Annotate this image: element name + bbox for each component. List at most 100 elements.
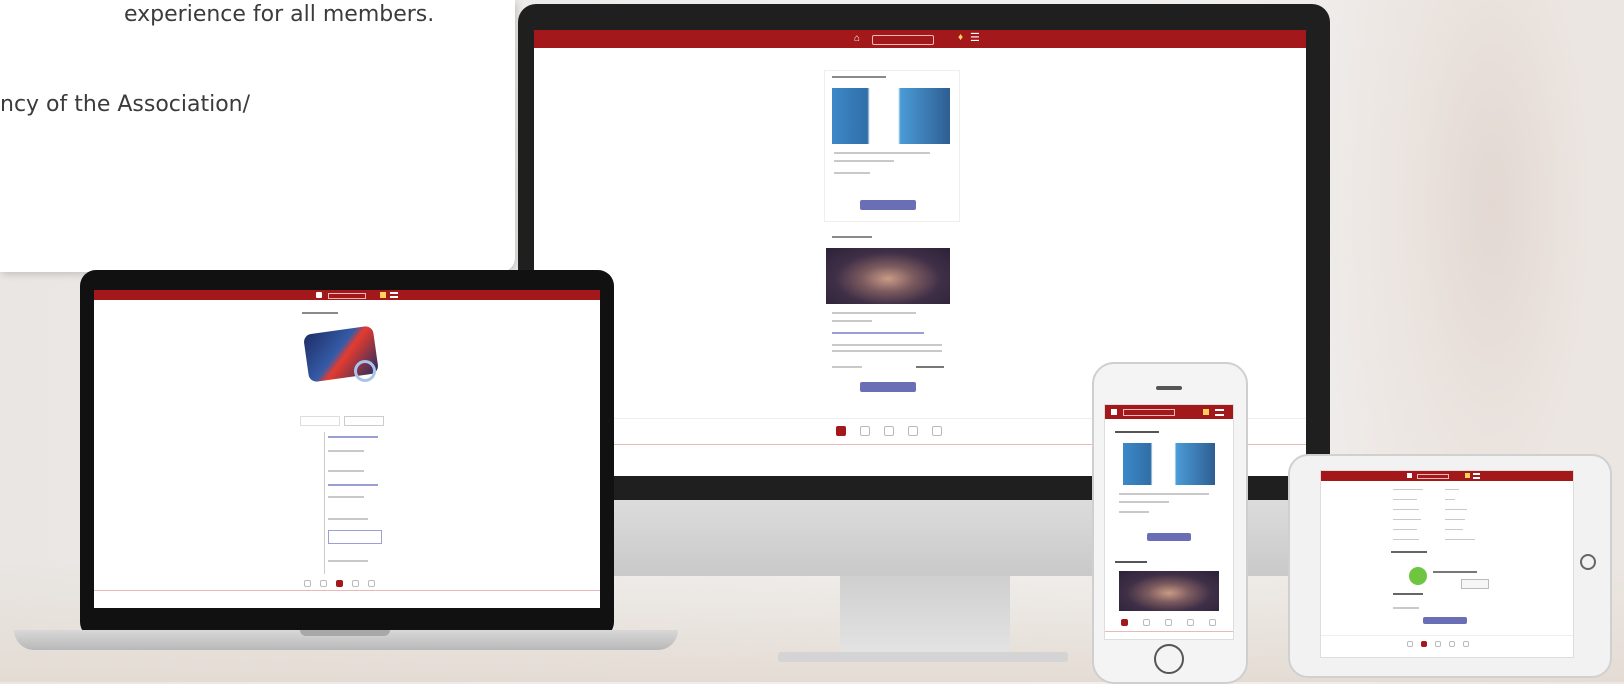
news-body-line xyxy=(832,350,942,352)
section-heading xyxy=(1391,551,1427,553)
event-date-line xyxy=(834,172,870,174)
profile-field xyxy=(1393,499,1417,500)
home-icon[interactable]: ⌂ xyxy=(854,33,860,44)
footer-line xyxy=(94,590,600,591)
menu-icon[interactable] xyxy=(390,292,398,298)
bell-icon[interactable]: ♦ xyxy=(958,32,963,43)
search-input[interactable] xyxy=(1417,474,1449,479)
tab-past[interactable] xyxy=(344,416,384,426)
section-heading xyxy=(1393,593,1423,595)
profile-value xyxy=(1445,539,1475,540)
phone-screen xyxy=(1104,404,1234,640)
renew-button[interactable] xyxy=(1423,617,1467,624)
tablet-home-button[interactable] xyxy=(1580,554,1596,570)
bell-icon[interactable] xyxy=(380,292,386,298)
news-thumbnail[interactable] xyxy=(1119,571,1219,611)
bell-icon[interactable] xyxy=(1465,473,1470,478)
news-thumbnail[interactable] xyxy=(826,248,950,304)
search-input[interactable] xyxy=(328,293,366,299)
event-title-line xyxy=(834,160,894,162)
profile-value xyxy=(1445,519,1465,520)
event-date-line xyxy=(1119,511,1149,513)
tab-upcoming[interactable] xyxy=(300,416,340,426)
home-icon[interactable] xyxy=(1407,473,1412,478)
app-header: ⌂ ♦ ☰ xyxy=(534,30,1306,48)
status-check-icon xyxy=(1409,567,1427,585)
upcoming-events-heading xyxy=(1115,431,1159,433)
profile-field xyxy=(1393,509,1419,510)
event-title-line xyxy=(834,152,930,154)
nav-home-icon[interactable] xyxy=(304,580,311,587)
nav-home-icon[interactable] xyxy=(1121,619,1128,626)
view-news-button[interactable] xyxy=(860,382,916,392)
menu-icon[interactable] xyxy=(1473,473,1480,479)
nav-profile-icon[interactable] xyxy=(1209,619,1216,626)
section-text xyxy=(1393,607,1419,609)
bell-icon[interactable] xyxy=(1203,409,1209,415)
nav-directory-icon[interactable] xyxy=(1187,619,1194,626)
timeline-text xyxy=(328,470,364,472)
home-icon[interactable] xyxy=(316,292,322,298)
nav-membership-icon[interactable] xyxy=(1143,619,1150,626)
news-title-line xyxy=(832,312,916,314)
menu-icon[interactable]: ☰ xyxy=(970,31,980,44)
nav-directory-icon[interactable] xyxy=(1449,641,1455,647)
nav-directory-icon[interactable] xyxy=(908,426,918,436)
nav-events-icon[interactable] xyxy=(1165,619,1172,626)
timeline-text xyxy=(328,518,368,520)
app-header xyxy=(94,290,600,300)
timeline xyxy=(324,432,325,574)
recent-news-heading xyxy=(832,236,872,238)
app-header xyxy=(1321,471,1573,481)
nav-events-icon[interactable] xyxy=(884,426,894,436)
menu-icon[interactable] xyxy=(1215,409,1224,416)
phone-speaker xyxy=(1156,386,1182,390)
home-icon[interactable] xyxy=(1111,409,1117,415)
nav-events-icon[interactable] xyxy=(336,580,343,587)
timeline-text xyxy=(328,496,364,498)
event-title-line xyxy=(1119,493,1209,495)
timeline-text xyxy=(328,450,364,452)
news-link-line xyxy=(832,332,924,334)
membership-card[interactable] xyxy=(1461,579,1489,589)
profile-value xyxy=(1445,489,1459,490)
search-input[interactable] xyxy=(1123,409,1175,416)
nav-divider xyxy=(1321,635,1573,636)
nav-profile-icon[interactable] xyxy=(932,426,942,436)
read-more-link[interactable] xyxy=(916,366,944,368)
profile-value xyxy=(1445,529,1463,530)
news-title-line xyxy=(832,320,872,322)
nav-directory-icon[interactable] xyxy=(352,580,359,587)
nav-home-icon[interactable] xyxy=(1407,641,1413,647)
view-events-button[interactable] xyxy=(860,200,916,210)
event-thumbnail[interactable] xyxy=(832,88,950,144)
profile-field xyxy=(1393,519,1421,520)
nav-profile-icon[interactable] xyxy=(1463,641,1469,647)
timeline-text xyxy=(328,560,368,562)
timeline-event[interactable] xyxy=(328,436,378,438)
laptop-notch xyxy=(300,630,390,636)
timeline-event[interactable] xyxy=(328,484,378,486)
nav-membership-icon[interactable] xyxy=(860,426,870,436)
tablet-screen xyxy=(1320,470,1574,658)
news-date-line xyxy=(832,366,862,368)
timeline-highlight[interactable] xyxy=(328,530,382,544)
view-events-button[interactable] xyxy=(1147,533,1191,541)
description-card: experience for all members. ncy of the A… xyxy=(0,0,515,272)
app-header xyxy=(1105,405,1233,419)
search-input[interactable] xyxy=(872,35,934,45)
profile-field xyxy=(1393,529,1417,530)
magnifier-icon xyxy=(354,360,376,382)
nav-membership-icon[interactable] xyxy=(320,580,327,587)
event-thumbnail[interactable] xyxy=(1123,443,1215,485)
profile-value xyxy=(1445,509,1467,510)
nav-events-icon[interactable] xyxy=(1435,641,1441,647)
monitor-base xyxy=(778,652,1068,662)
profile-field xyxy=(1393,489,1423,490)
recent-news-heading xyxy=(1115,561,1147,563)
nav-membership-icon[interactable] xyxy=(1421,641,1427,647)
nav-home-icon[interactable] xyxy=(836,426,846,436)
phone-home-button[interactable] xyxy=(1154,644,1184,674)
status-text xyxy=(1433,571,1477,573)
nav-profile-icon[interactable] xyxy=(368,580,375,587)
